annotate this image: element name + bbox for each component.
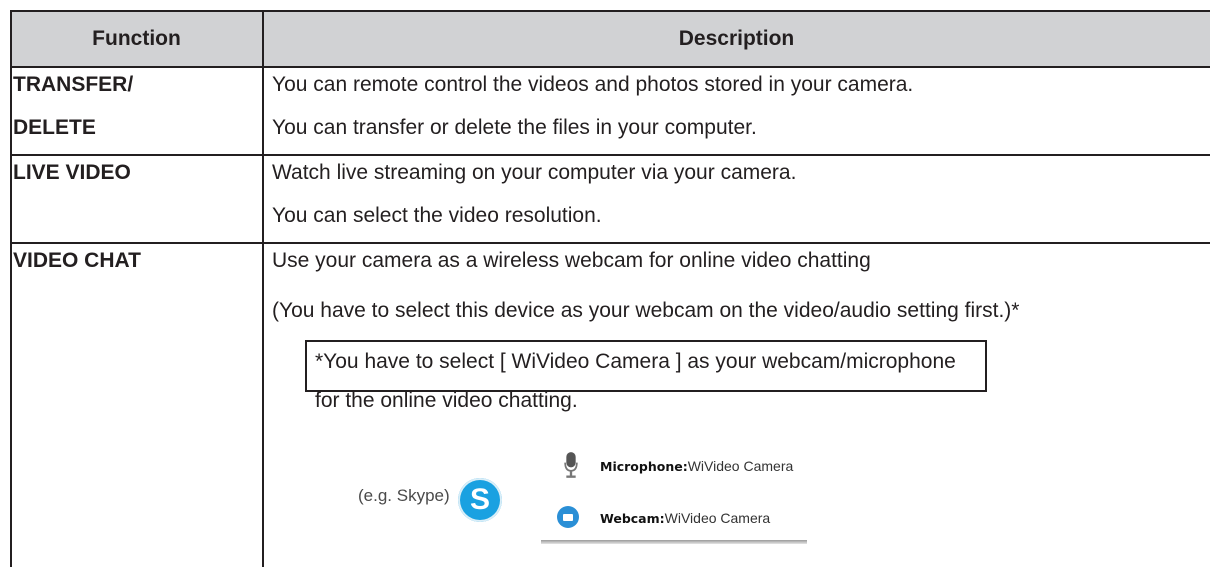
row-divider <box>10 66 1210 68</box>
microphone-icon <box>564 452 578 478</box>
description-transfer-line2: You can transfer or delete the files in … <box>272 116 757 139</box>
description-video-chat-line1: Use your camera as a wireless webcam for… <box>272 249 871 272</box>
header-description: Description <box>678 27 795 50</box>
description-live-video-line1: Watch live streaming on your computer vi… <box>272 161 797 184</box>
description-live-video-line2: You can select the video resolution. <box>272 204 602 227</box>
column-divider <box>262 10 264 567</box>
function-transfer-delete-line1: TRANSFER/ <box>13 73 134 96</box>
table-left-border <box>10 10 12 567</box>
webcam-setting: Webcam:WiVideo Camera <box>600 510 770 526</box>
webcam-value: WiVideo Camera <box>664 510 771 526</box>
row-divider <box>10 154 1210 156</box>
skype-icon: S <box>458 478 502 522</box>
microphone-value: WiVideo Camera <box>687 458 794 474</box>
function-video-chat: VIDEO CHAT <box>13 249 141 272</box>
panel-shadow <box>541 540 807 544</box>
webcam-icon <box>557 506 579 528</box>
note-line1: *You have to select [ WiVideo Camera ] a… <box>315 350 956 373</box>
webcam-label: Webcam: <box>600 511 665 526</box>
row-divider <box>10 242 1210 244</box>
example-label: (e.g. Skype) <box>358 486 450 505</box>
description-transfer-line1: You can remote control the videos and ph… <box>272 73 914 96</box>
microphone-label: Microphone: <box>600 459 688 474</box>
table-top-border <box>10 10 1210 12</box>
function-transfer-delete-line2: DELETE <box>13 116 96 139</box>
note-line2: for the online video chatting. <box>315 389 578 412</box>
note-box: *You have to select [ WiVideo Camera ] a… <box>305 340 987 412</box>
function-live-video: LIVE VIDEO <box>13 161 131 184</box>
description-video-chat-line2: (You have to select this device as your … <box>272 299 1020 322</box>
function-table: Function Description TRANSFER/ DELETE Yo… <box>10 0 1210 567</box>
header-function: Function <box>92 27 181 50</box>
microphone-setting: Microphone:WiVideo Camera <box>600 458 793 474</box>
